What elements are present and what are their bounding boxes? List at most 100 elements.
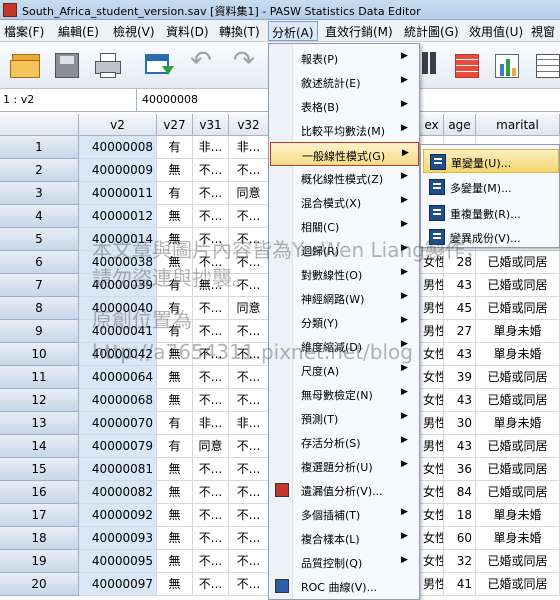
menu-item-loglinear[interactable]: 對數線性(O) ▶ <box>270 262 419 286</box>
row-header[interactable]: 6 <box>0 251 79 274</box>
menu-item-scale[interactable]: 尺度(A) ▶ <box>270 358 419 382</box>
table-cell-age[interactable]: 18 <box>444 504 476 527</box>
table-cell-v2[interactable]: 40000064 <box>79 366 157 389</box>
menu-item-missing-value-analysis[interactable]: 遺漏值分析(V)... <box>270 478 419 502</box>
table-cell-v32[interactable]: 不... <box>229 550 269 573</box>
table-cell-ex[interactable]: 男性 <box>420 412 444 435</box>
table-cell-ex[interactable]: 男性 <box>420 297 444 320</box>
row-header[interactable]: 15 <box>0 458 79 481</box>
row-header[interactable]: 4 <box>0 205 79 228</box>
table-cell-marital[interactable]: 已婚或同居 <box>476 389 560 412</box>
submenu-item-repeated-measures[interactable]: 重複量數(R)... <box>423 201 559 225</box>
table-cell-ex[interactable]: 女性 <box>420 251 444 274</box>
menu-edit[interactable]: 編輯(E) <box>58 23 99 40</box>
table-cell-v2[interactable]: 40000009 <box>79 159 157 182</box>
table-cell-v2[interactable]: 40000093 <box>79 527 157 550</box>
menu-item-regression[interactable]: 迴歸(R) ▶ <box>270 238 419 262</box>
save-icon[interactable] <box>52 50 84 80</box>
table-cell-v2[interactable]: 40000082 <box>79 481 157 504</box>
table-cell-v31[interactable]: 不... <box>193 251 229 274</box>
table-cell-v2[interactable]: 40000040 <box>79 297 157 320</box>
row-header[interactable]: 13 <box>0 412 79 435</box>
menu-item-generalized-linear-models[interactable]: 概化線性模式(Z) ▶ <box>270 166 419 190</box>
table-cell-v27[interactable]: 有 <box>157 412 193 435</box>
table-cell-age[interactable]: 41 <box>444 573 476 596</box>
table-cell-ex[interactable]: 男性 <box>420 274 444 297</box>
table-cell-age[interactable]: 43 <box>444 389 476 412</box>
table-cell-v27[interactable]: 無 <box>157 389 193 412</box>
table-cell-v31[interactable]: 不... <box>193 504 229 527</box>
menu-item-compare-means[interactable]: 比較平均數法(M) ▶ <box>270 118 419 142</box>
row-header[interactable]: 2 <box>0 159 79 182</box>
table-cell-v32[interactable]: 不... <box>229 159 269 182</box>
table-cell-v31[interactable]: 不... <box>193 366 229 389</box>
table-cell-v2[interactable]: 40000079 <box>79 435 157 458</box>
menu-utilities[interactable]: 效用值(U) <box>469 23 523 40</box>
chart-icon[interactable] <box>492 50 524 80</box>
table-cell-marital[interactable]: 單身未婚 <box>476 504 560 527</box>
table-cell-age[interactable]: 28 <box>444 251 476 274</box>
table-cell-v32[interactable]: 不... <box>229 481 269 504</box>
table-cell-v31[interactable]: 不... <box>193 320 229 343</box>
row-header[interactable]: 14 <box>0 435 79 458</box>
menu-direct-marketing[interactable]: 直效行銷(M) <box>325 23 393 40</box>
table-cell-v31[interactable]: 非... <box>193 412 229 435</box>
table-cell-v2[interactable]: 40000012 <box>79 205 157 228</box>
table-cell-marital[interactable]: 已婚或同居 <box>476 550 560 573</box>
table-cell-v27[interactable]: 無 <box>157 550 193 573</box>
table-cell-v31[interactable]: 不... <box>193 481 229 504</box>
row-header[interactable]: 18 <box>0 527 79 550</box>
row-header[interactable]: 8 <box>0 297 79 320</box>
menu-item-multiple-response[interactable]: 複選題分析(U) ▶ <box>270 454 419 478</box>
table-cell-v2[interactable]: 40000097 <box>79 573 157 596</box>
table-cell-marital[interactable]: 單身未婚 <box>476 320 560 343</box>
table-cell-ex[interactable]: 女性 <box>420 389 444 412</box>
table-cell-age[interactable]: 27 <box>444 320 476 343</box>
table-cell-v31[interactable]: 不... <box>193 182 229 205</box>
table-cell-v32[interactable]: 不... <box>229 320 269 343</box>
table-cell-marital[interactable]: 已婚或同居 <box>476 274 560 297</box>
table-cell-marital[interactable]: 已婚或同居 <box>476 573 560 596</box>
table-cell-v31[interactable]: 不... <box>193 297 229 320</box>
menu-item-classify[interactable]: 分類(Y) ▶ <box>270 310 419 334</box>
table-cell-ex[interactable]: 男性 <box>420 435 444 458</box>
menu-item-complex-samples[interactable]: 複合樣本(L) ▶ <box>270 526 419 550</box>
table-cell-marital[interactable]: 單身未婚 <box>476 412 560 435</box>
menu-window[interactable]: 視窗 <box>531 23 555 40</box>
table-cell-age[interactable]: 30 <box>444 412 476 435</box>
row-header[interactable]: 10 <box>0 343 79 366</box>
table-icon[interactable] <box>533 50 560 80</box>
table-cell-v32[interactable]: 不... <box>229 366 269 389</box>
table-cell-v27[interactable]: 無 <box>157 504 193 527</box>
table-cell-v32[interactable]: 不... <box>229 343 269 366</box>
table-cell-ex[interactable]: 男性 <box>420 573 444 596</box>
table-cell-age[interactable]: 39 <box>444 366 476 389</box>
table-cell-v2[interactable]: 40000041 <box>79 320 157 343</box>
table-cell-v2[interactable]: 40000070 <box>79 412 157 435</box>
row-header[interactable]: 1 <box>0 136 79 159</box>
row-header[interactable]: 9 <box>0 320 79 343</box>
menu-item-dimension-reduction[interactable]: 維度縮減(D) ▶ <box>270 334 419 358</box>
table-cell-ex[interactable]: 男性 <box>420 320 444 343</box>
print-icon[interactable] <box>93 50 125 80</box>
table-cell-v32[interactable]: 不... <box>229 504 269 527</box>
table-cell-v27[interactable]: 無 <box>157 573 193 596</box>
menu-analyze[interactable]: 分析(A) <box>268 21 318 41</box>
table-cell-v27[interactable]: 無 <box>157 251 193 274</box>
table-cell-v32[interactable]: 不... <box>229 228 269 251</box>
row-header[interactable]: 11 <box>0 366 79 389</box>
table-cell-v27[interactable]: 無 <box>157 228 193 251</box>
column-header-age[interactable]: age <box>444 114 476 136</box>
table-cell-v27[interactable]: 無 <box>157 458 193 481</box>
value-labels-icon[interactable] <box>452 50 484 80</box>
table-cell-age[interactable]: 45 <box>444 297 476 320</box>
table-cell-v31[interactable]: 無... <box>193 274 229 297</box>
table-cell-marital[interactable]: 已婚或同居 <box>476 458 560 481</box>
table-cell-v32[interactable]: 不... <box>229 274 269 297</box>
table-cell-v2[interactable]: 40000038 <box>79 251 157 274</box>
table-cell-v31[interactable]: 不... <box>193 389 229 412</box>
table-cell-v32[interactable]: 非... <box>229 412 269 435</box>
table-cell-v2[interactable]: 40000042 <box>79 343 157 366</box>
table-cell-v27[interactable]: 無 <box>157 527 193 550</box>
row-header[interactable]: 16 <box>0 481 79 504</box>
